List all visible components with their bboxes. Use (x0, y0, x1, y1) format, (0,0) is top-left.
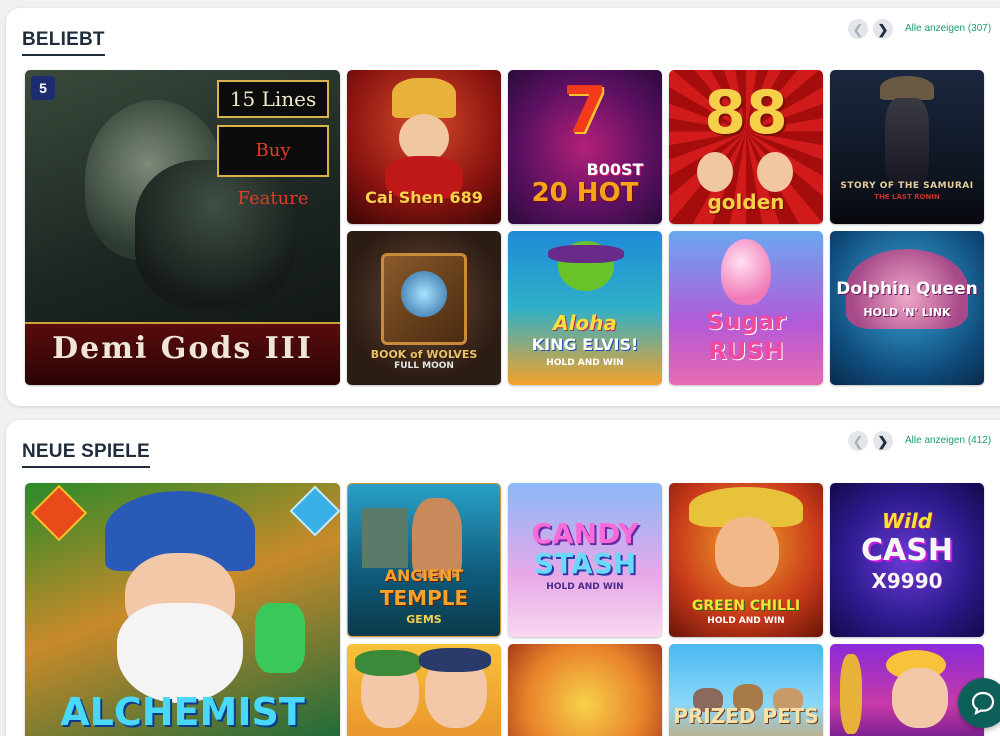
game-title-line2: TEMPLE (379, 586, 469, 610)
game-tile-alchemist[interactable]: ALCHEMIST (25, 483, 340, 736)
game-title-line2: KING ELVIS! (531, 335, 639, 354)
game-tile-demi-gods-iii[interactable]: 5 15 Lines Buy Feature Demi Gods III (25, 70, 340, 385)
game-tile-sugar-rush[interactable]: Sugar RUSH (669, 231, 823, 385)
game-title-line2: STASH (533, 547, 637, 580)
game-tile-story-of-the-samurai[interactable]: STORY OF THE SAMURAI THE LAST RONIN (830, 70, 984, 224)
chevron-right-icon[interactable]: ❯ (873, 19, 893, 39)
game-title-line1: PRIZED PETS (673, 704, 819, 728)
badge-lines: 15 Lines (217, 80, 329, 118)
game-tile-88-golden[interactable]: 88 golden (669, 70, 823, 224)
chat-button[interactable] (958, 678, 1000, 728)
section-title: BELIEBT (22, 29, 105, 56)
game-title-line1: STORY OF THE SAMURAI (840, 181, 974, 191)
chevron-left-icon[interactable]: ❮ (848, 19, 868, 39)
game-subtitle: HOLD AND WIN (707, 616, 785, 626)
game-title-line2: FULL MOON (394, 361, 454, 371)
game-tile-777-vegas[interactable] (508, 644, 662, 736)
game-tile-boost-20-hot[interactable]: 7 B00ST 20 HOT (508, 70, 662, 224)
game-title-line2: CASH (861, 533, 953, 568)
chat-bubble-icon (971, 691, 995, 716)
game-title-line1: CANDY (531, 517, 639, 550)
carousel-nav: ❮ ❯ (848, 431, 893, 451)
game-tile-prized-pets[interactable]: PRIZED PETS (669, 644, 823, 736)
game-tile-dolphin-queen[interactable]: Dolphin Queen HOLD 'N' LINK (830, 231, 984, 385)
game-title-line1: Aloha (553, 311, 617, 335)
game-subtitle: HOLD AND WIN (546, 582, 624, 592)
game-title-line2: RUSH (708, 337, 784, 365)
chevron-left-icon[interactable]: ❮ (848, 431, 868, 451)
game-subtitle: HOLD AND WIN (546, 358, 624, 368)
show-all-link[interactable]: Alle anzeigen (307) (905, 23, 991, 34)
game-title-line1: Sugar (706, 307, 786, 335)
game-title: Cai Shen 689 (365, 188, 483, 207)
game-subtitle: THE LAST RONIN (874, 193, 940, 201)
game-title-line1: 7 (562, 74, 608, 148)
show-all-link[interactable]: Alle anzeigen (412) (905, 435, 991, 446)
game-title-line2: B00ST (586, 160, 644, 179)
game-tile-wild-cash-x9990[interactable]: Wild CASH X9990 (830, 483, 984, 637)
chevron-right-icon[interactable]: ❯ (873, 431, 893, 451)
game-tile-book-of-wolves[interactable]: BOOK of WOLVES FULL MOON (347, 231, 501, 385)
game-title: Demi Gods III (52, 331, 313, 366)
game-title-line1: ANCIENT (384, 566, 464, 585)
studio-logo: 5 (31, 76, 55, 100)
game-tile-robbers[interactable] (347, 644, 501, 736)
game-title-line1: BOOK of WOLVES (370, 348, 478, 361)
game-tile-ancient-temple-gems[interactable]: ANCIENT TEMPLE GEMS (347, 483, 501, 637)
carousel-nav: ❮ ❯ (848, 19, 893, 39)
game-subtitle: GEMS (406, 613, 442, 626)
game-subtitle: HOLD 'N' LINK (863, 306, 951, 319)
game-title-line1: 88 (704, 78, 788, 148)
game-tile-cai-shen-689[interactable]: Cai Shen 689 (347, 70, 501, 224)
game-tile-aloha-king-elvis[interactable]: Aloha KING ELVIS! HOLD AND WIN (508, 231, 662, 385)
game-title-line2: golden (707, 190, 785, 214)
game-tile-green-chilli[interactable]: GREEN CHILLI HOLD AND WIN (669, 483, 823, 637)
game-title: ALCHEMIST (60, 690, 305, 734)
section-title: NEUE SPIELE (22, 441, 150, 468)
game-tile-candy-stash[interactable]: CANDY STASH HOLD AND WIN (508, 483, 662, 637)
game-title-line1: Dolphin Queen (836, 279, 978, 299)
game-title-line3: 20 HOT (531, 178, 639, 208)
badge-buy-feature: Buy Feature (217, 125, 329, 209)
game-title-line3: X9990 (871, 569, 943, 593)
game-title-line1: GREEN CHILLI (691, 598, 801, 614)
game-title-line1: Wild (881, 509, 933, 533)
